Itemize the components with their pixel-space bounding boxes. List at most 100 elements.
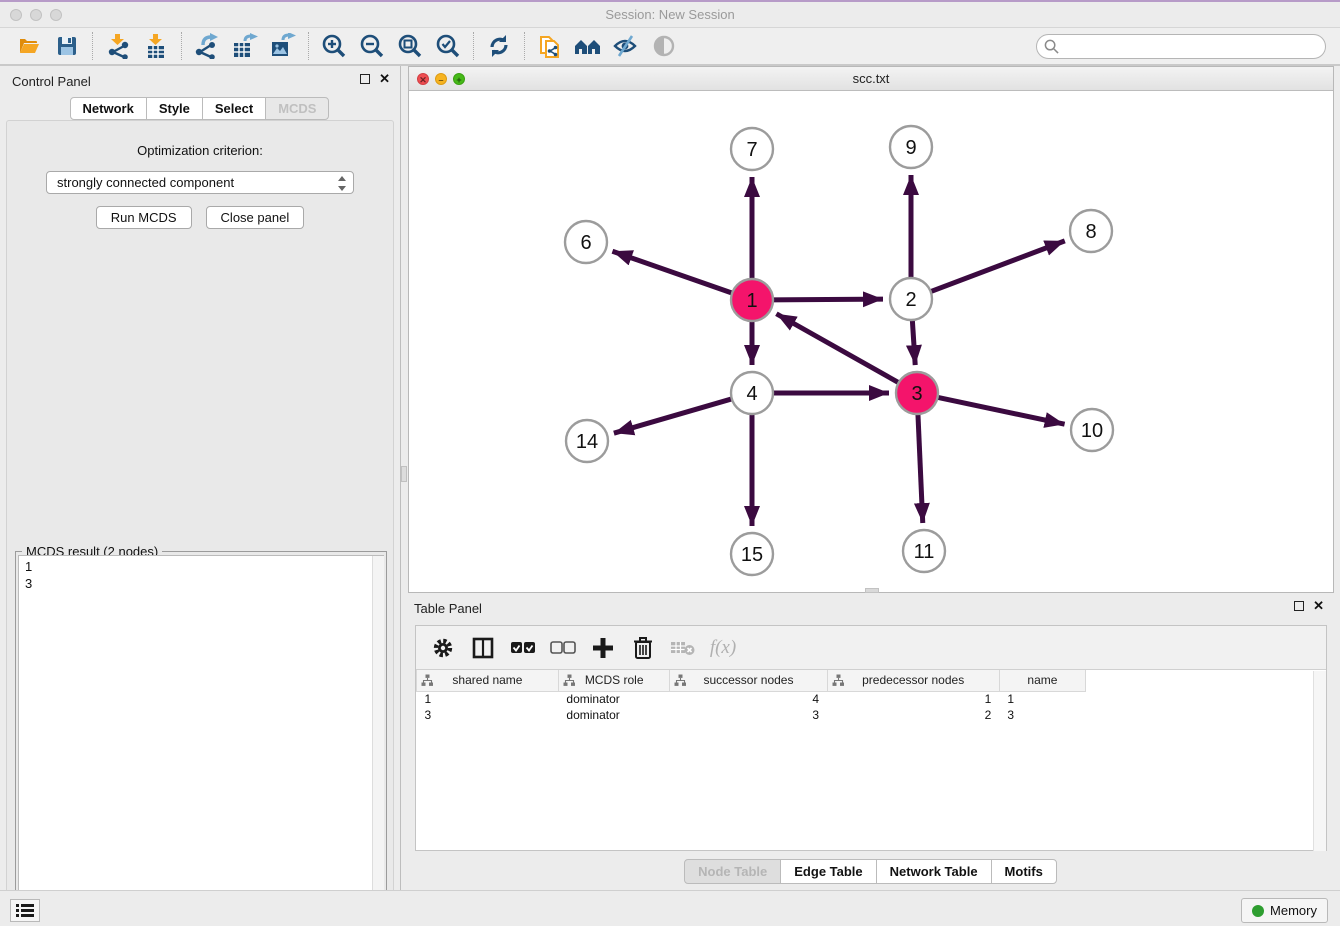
table-panel: Table Panel ✕ f(x) shared	[408, 593, 1334, 890]
graph-edge-3-1[interactable]	[776, 314, 900, 384]
function-builder-button[interactable]: f(x)	[708, 633, 738, 663]
tab-select[interactable]: Select	[202, 97, 266, 120]
memory-button[interactable]: Memory	[1241, 898, 1328, 923]
graph-edge-2-8[interactable]	[929, 241, 1065, 292]
tab-motifs[interactable]: Motifs	[991, 859, 1057, 884]
table-settings-button[interactable]	[428, 633, 458, 663]
splitter-grip[interactable]	[401, 466, 407, 482]
eye-icon	[651, 34, 677, 58]
memory-status-icon	[1252, 905, 1264, 917]
refresh-icon	[486, 33, 512, 59]
task-history-button[interactable]	[10, 899, 40, 922]
deselect-all-button[interactable]	[548, 633, 578, 663]
search-input[interactable]	[1036, 34, 1326, 59]
control-panel: Control Panel ✕ Network Style Select MCD…	[0, 66, 400, 890]
import-network-icon	[105, 33, 131, 59]
import-table-icon	[143, 33, 169, 59]
clone-network-icon	[537, 32, 563, 60]
zoom-in-icon	[321, 33, 347, 59]
select-all-button[interactable]	[508, 633, 538, 663]
network-view-titlebar: ✕ – + scc.txt	[409, 67, 1333, 91]
open-session-button[interactable]	[10, 30, 48, 62]
table-panel-title: Table Panel	[414, 601, 482, 616]
graph-node-label-6: 6	[580, 232, 591, 254]
network-graph: 7968124314101511	[409, 91, 1333, 592]
toolbar-separator	[92, 32, 93, 60]
table-cell: 2	[827, 707, 999, 723]
clone-network-button[interactable]	[531, 30, 569, 62]
close-panel-icon[interactable]: ✕	[379, 74, 390, 84]
tab-style[interactable]: Style	[146, 97, 203, 120]
plus-icon	[592, 637, 614, 659]
apply-layout-button[interactable]	[480, 30, 518, 62]
column-header-successor-nodes[interactable]: successor nodes	[670, 670, 827, 691]
zoom-in-button[interactable]	[315, 30, 353, 62]
mcds-result-group: MCDS result (2 nodes) 1 3	[15, 551, 387, 926]
node-table: shared name MCDS role successor nodes pr…	[416, 670, 1086, 723]
table-scrollbar[interactable]	[1313, 671, 1326, 851]
show-column-button[interactable]	[468, 633, 498, 663]
tab-edge-table[interactable]: Edge Table	[780, 859, 876, 884]
graph-edge-2-3[interactable]	[912, 318, 915, 365]
close-table-panel-icon[interactable]: ✕	[1313, 601, 1324, 611]
zoom-fit-button[interactable]	[391, 30, 429, 62]
run-mcds-button[interactable]: Run MCDS	[96, 206, 192, 229]
column-tree-icon	[674, 674, 687, 690]
graph-edge-3-10[interactable]	[936, 397, 1065, 424]
tab-mcds[interactable]: MCDS	[265, 97, 329, 120]
export-table-icon	[231, 33, 259, 59]
show-all-button[interactable]	[645, 30, 683, 62]
table-row[interactable]: 1dominator411	[417, 691, 1086, 707]
table-cell: 4	[670, 691, 827, 707]
column-header-predecessor-nodes[interactable]: predecessor nodes	[827, 670, 999, 691]
table-row[interactable]: 3dominator323	[417, 707, 1086, 723]
graph-node-label-15: 15	[741, 544, 763, 566]
titlebar: Session: New Session	[0, 2, 1340, 28]
delete-column-button[interactable]	[628, 633, 658, 663]
zoom-selected-button[interactable]	[429, 30, 467, 62]
graph-edge-3-11[interactable]	[918, 412, 923, 523]
dropdown-stepper-icon	[335, 174, 349, 199]
graph-edge-1-6[interactable]	[612, 251, 734, 293]
mcds-tab-content: Optimization criterion: strongly connect…	[6, 120, 394, 926]
zoom-out-button[interactable]	[353, 30, 391, 62]
result-scrollbar[interactable]	[372, 556, 384, 923]
column-header-mcds-role[interactable]: MCDS role	[558, 670, 670, 691]
float-panel-icon[interactable]	[360, 74, 370, 84]
table-content-box: f(x) shared name MCDS role successor nod…	[415, 625, 1327, 851]
column-header-name[interactable]: name	[999, 670, 1085, 691]
graph-edge-4-14[interactable]	[614, 398, 734, 433]
network-view-frame: ✕ – + scc.txt 7968124314101511	[408, 66, 1334, 593]
create-column-button[interactable]	[588, 633, 618, 663]
status-bar: Memory	[0, 890, 1340, 926]
hide-selected-button[interactable]	[607, 30, 645, 62]
export-table-button[interactable]	[226, 30, 264, 62]
table-cell: 1	[999, 691, 1085, 707]
zoom-fit-icon	[397, 33, 423, 59]
graph-node-label-11: 11	[914, 541, 935, 563]
save-session-button[interactable]	[48, 30, 86, 62]
tab-network-table[interactable]: Network Table	[876, 859, 992, 884]
export-image-button[interactable]	[264, 30, 302, 62]
column-header-shared-name[interactable]: shared name	[417, 670, 559, 691]
graph-edge-1-2[interactable]	[771, 299, 883, 300]
float-table-panel-icon[interactable]	[1294, 601, 1304, 611]
trash-icon	[633, 636, 653, 660]
column-tree-icon	[563, 674, 576, 690]
import-table-button[interactable]	[137, 30, 175, 62]
vertical-splitter[interactable]	[400, 66, 407, 890]
tab-node-table[interactable]: Node Table	[684, 859, 781, 884]
delete-table-button[interactable]	[668, 633, 698, 663]
mcds-result-text[interactable]: 1 3	[18, 555, 384, 924]
toolbar-separator	[308, 32, 309, 60]
first-neighbors-button[interactable]	[569, 30, 607, 62]
export-network-button[interactable]	[188, 30, 226, 62]
network-canvas[interactable]: 7968124314101511	[409, 91, 1333, 592]
optimization-criterion-select[interactable]: strongly connected component	[46, 171, 354, 194]
table-toolbar: f(x)	[416, 626, 1326, 670]
toolbar-separator	[473, 32, 474, 60]
tab-network[interactable]: Network	[70, 97, 147, 120]
import-network-button[interactable]	[99, 30, 137, 62]
close-panel-button[interactable]: Close panel	[206, 206, 305, 229]
control-panel-title: Control Panel	[12, 74, 91, 89]
